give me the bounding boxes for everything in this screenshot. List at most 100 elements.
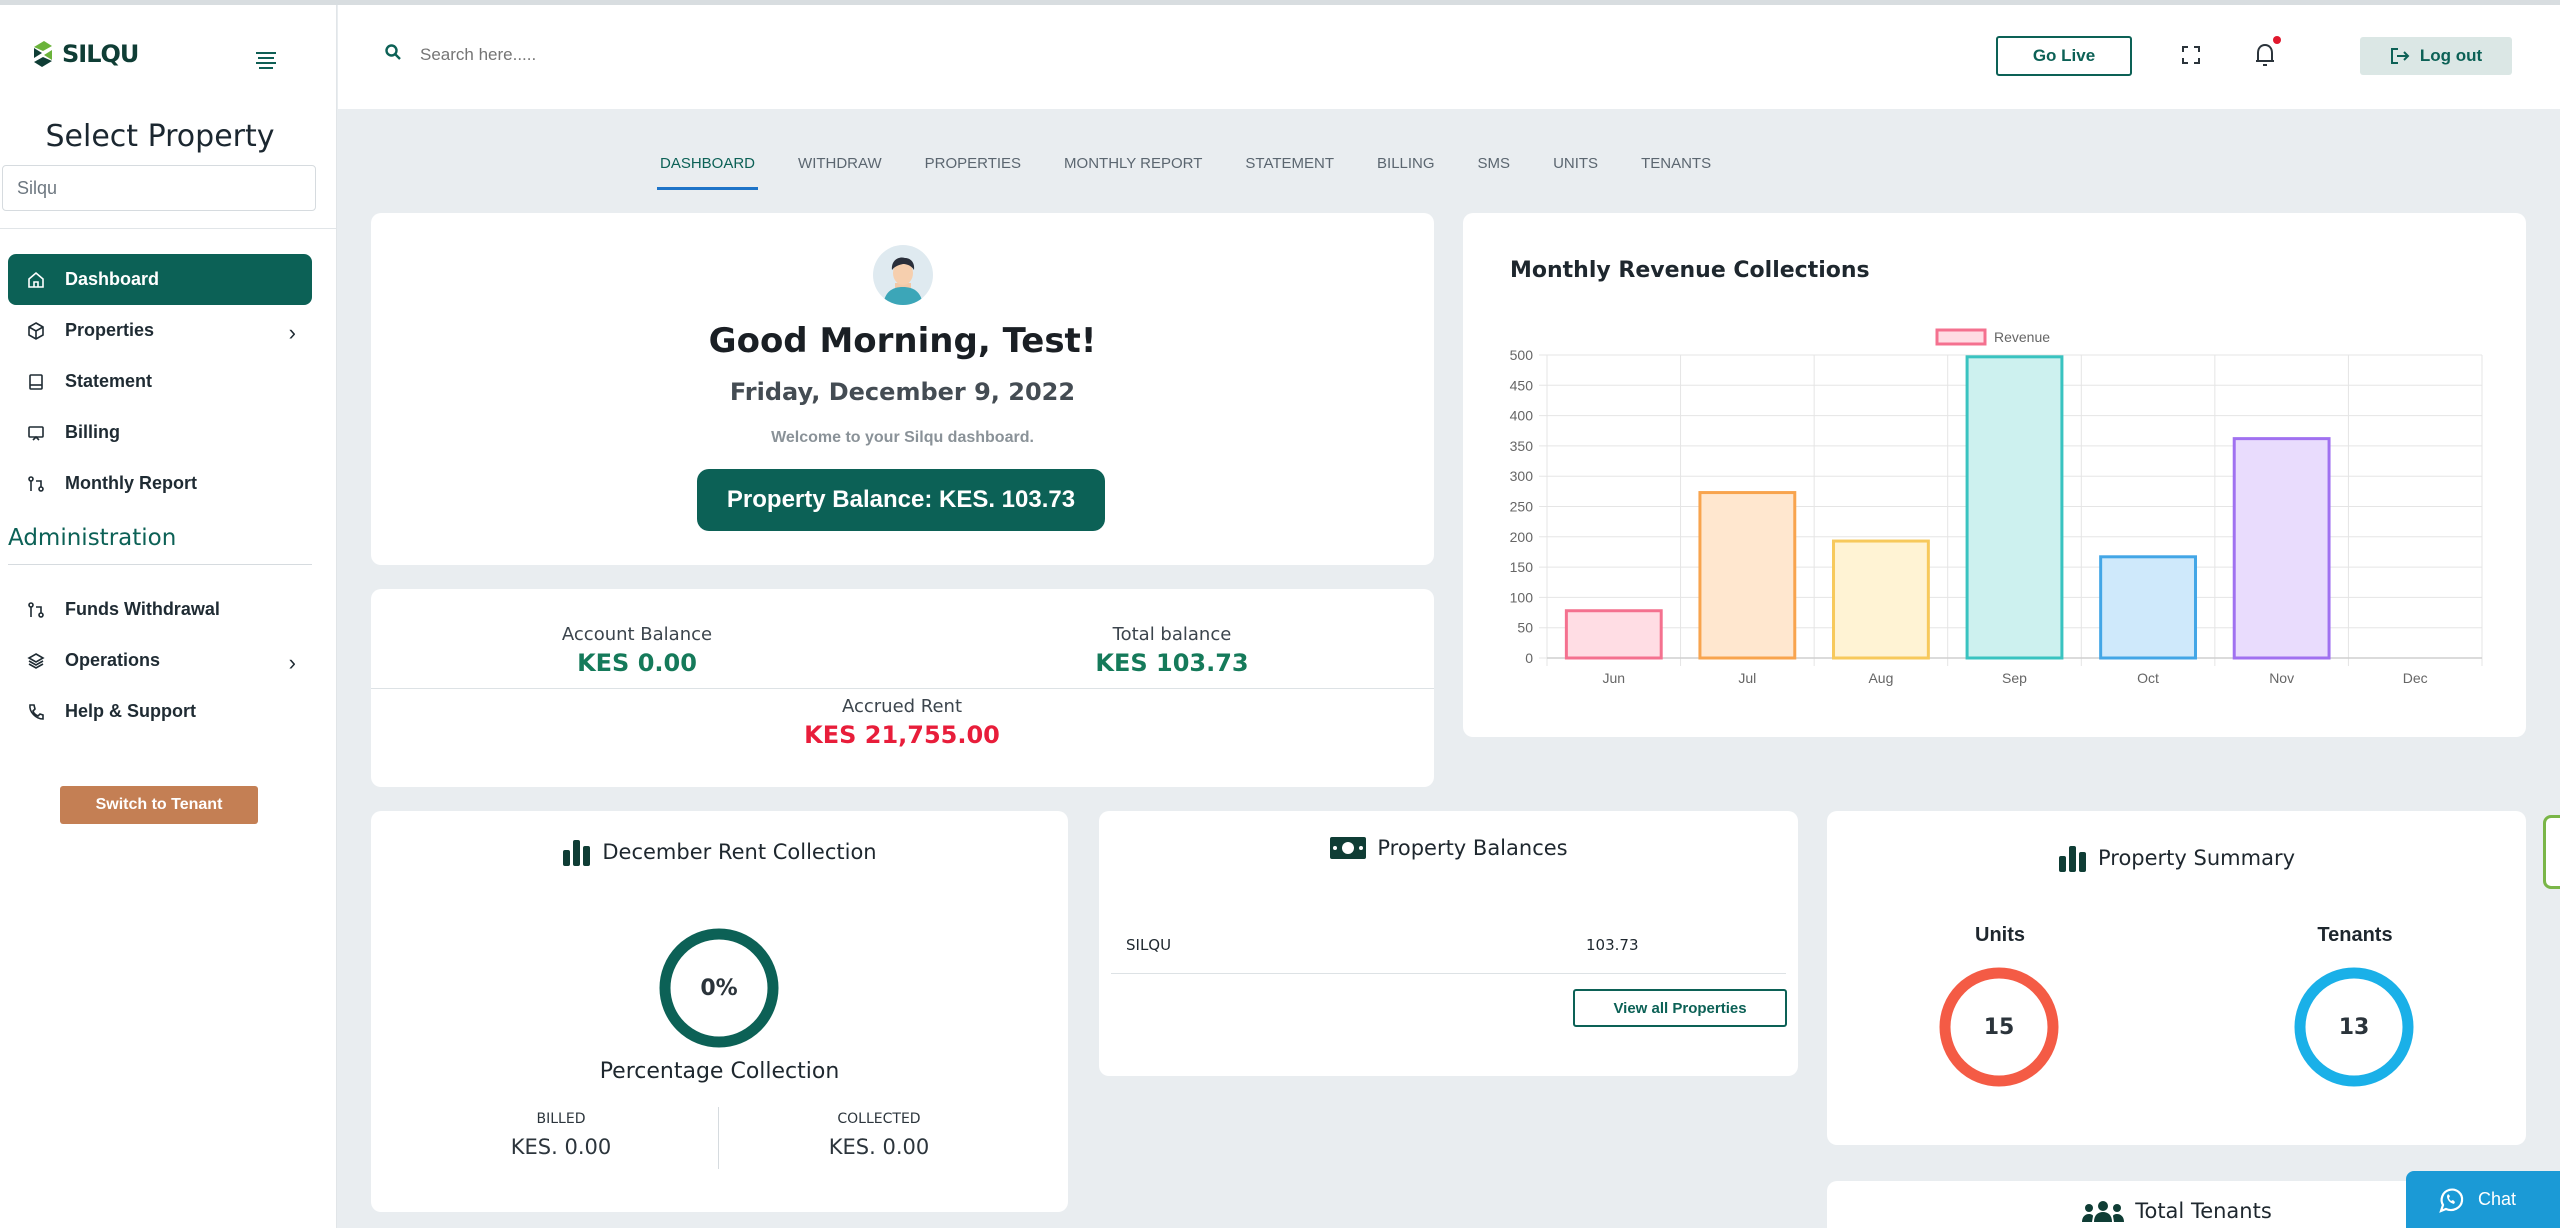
whatsapp-chat-button[interactable]: Chat <box>2406 1171 2560 1228</box>
y-tick-label: 150 <box>1510 559 1534 575</box>
sidebar-item-label: Properties <box>65 320 155 340</box>
property-summary-card: Property Summary Units Tenants 15 13 <box>1827 811 2526 1145</box>
y-tick-label: 0 <box>1525 650 1533 666</box>
money-icon <box>1330 837 1367 859</box>
units-label: Units <box>1975 924 2025 946</box>
sidebar-item-help-support[interactable]: Help & Support <box>8 686 312 737</box>
y-tick-label: 500 <box>1510 347 1534 363</box>
dashboard-tabs: DASHBOARD WITHDRAW PROPERTIES MONTHLY RE… <box>656 155 1754 190</box>
logo-mark-icon <box>34 41 52 67</box>
search-icon[interactable] <box>384 43 402 61</box>
account-balance: Account Balance KES 0.00 <box>512 624 762 677</box>
sidebar-item-monthly-report[interactable]: Monthly Report <box>8 458 312 509</box>
accrued-rent: Accrued Rent KES 21,755.00 <box>727 696 1077 749</box>
tab-tenants[interactable]: TENANTS <box>1641 155 1711 190</box>
percentage-value: 0% <box>700 975 738 1001</box>
feedback-side-tab[interactable] <box>2543 815 2560 889</box>
sidebar-item-label: Billing <box>65 422 120 442</box>
balances-divider <box>371 688 1434 689</box>
sidebar-item-funds-withdrawal[interactable]: Funds Withdrawal <box>8 584 312 635</box>
view-all-properties-button[interactable]: View all Properties <box>1573 989 1787 1027</box>
bar-jul <box>1698 491 1797 660</box>
search-input[interactable] <box>420 38 1020 72</box>
y-tick-label: 250 <box>1510 499 1534 515</box>
y-tick-label: 200 <box>1510 529 1534 545</box>
legend-swatch <box>1935 328 1987 346</box>
property-select-input[interactable] <box>2 165 316 211</box>
x-tick-label: Jun <box>1602 670 1625 686</box>
switch-to-tenant-button[interactable]: Switch to Tenant <box>60 786 258 824</box>
user-avatar-icon <box>883 257 923 305</box>
y-tick-label: 400 <box>1510 408 1534 424</box>
phone-icon <box>26 702 46 722</box>
sidebar: SILQU Select Property Dashboard Properti… <box>0 5 337 1228</box>
notification-dot <box>2273 36 2281 44</box>
go-live-button[interactable]: Go Live <box>1996 36 2132 76</box>
account-balance-label: Account Balance <box>561 624 713 645</box>
logout-icon <box>2390 48 2410 64</box>
account-balance-value: KES 0.00 <box>577 649 697 677</box>
tab-dashboard[interactable]: DASHBOARD <box>656 155 759 190</box>
bar-oct <box>2099 555 2197 660</box>
tab-sms[interactable]: SMS <box>1478 155 1511 190</box>
x-tick-label: Sep <box>2002 670 2027 686</box>
avatar[interactable] <box>873 245 933 305</box>
y-tick-label: 350 <box>1510 438 1534 454</box>
bar-aug <box>1832 539 1930 660</box>
chat-label: Chat <box>2478 1189 2517 1209</box>
users-icon <box>2082 1201 2125 1222</box>
sidebar-item-billing[interactable]: Billing <box>8 407 312 458</box>
revenue-chart-card: Monthly Revenue Collections 0 50 100 150 200… <box>1463 213 2526 737</box>
admin-nav: Funds Withdrawal Operations › Help & Sup… <box>8 584 312 737</box>
accrued-rent-value: KES 21,755.00 <box>804 721 1000 749</box>
tab-properties[interactable]: PROPERTIES <box>925 155 1021 190</box>
tab-withdraw[interactable]: WITHDRAW <box>798 155 882 190</box>
y-tick-label: 300 <box>1510 468 1534 484</box>
sidebar-item-label: Operations <box>65 650 161 670</box>
layers-icon <box>26 651 46 671</box>
x-tick-label: Nov <box>2269 670 2294 686</box>
billed-collected-divider <box>718 1107 719 1169</box>
percentage-collection-title: Percentage Collection <box>599 1059 840 1084</box>
sidebar-item-properties[interactable]: Properties › <box>8 305 312 356</box>
bar-chart-icon <box>2058 846 2086 872</box>
git-icon <box>26 600 46 620</box>
menu-toggle-icon[interactable] <box>254 49 278 69</box>
units-ring: 15 <box>1937 965 2061 1089</box>
bell-icon[interactable] <box>2253 41 2277 69</box>
x-tick-label: Oct <box>2137 670 2159 686</box>
greeting-title: Good Morning, Test! <box>708 321 1097 361</box>
tab-billing[interactable]: BILLING <box>1377 155 1435 190</box>
whatsapp-icon <box>2439 1188 2464 1213</box>
tab-units[interactable]: UNITS <box>1553 155 1598 190</box>
billed-label: BILLED <box>536 1111 586 1127</box>
logout-button[interactable]: Log out <box>2360 37 2512 75</box>
bar-nov <box>2232 437 2331 660</box>
welcome-card: Good Morning, Test! Friday, December 9, … <box>371 213 1434 565</box>
rent-collection-title: December Rent Collection <box>602 840 877 864</box>
legend-label: Revenue <box>1994 329 2050 345</box>
billed-value: KES. 0.00 <box>510 1135 612 1159</box>
brand-logo[interactable]: SILQU <box>30 39 139 69</box>
sidebar-nav: Dashboard Properties › Statement Billing <box>8 254 312 509</box>
tenants-value: 13 <box>2338 1014 2370 1040</box>
property-name: SILQU <box>1126 936 1172 954</box>
property-balances-header: Property Balances <box>1099 836 1798 860</box>
tenants-label: Tenants <box>2317 924 2393 946</box>
git-icon <box>26 474 46 494</box>
sidebar-item-statement[interactable]: Statement <box>8 356 312 407</box>
brand-name: SILQU <box>62 40 139 68</box>
y-tick-label: 100 <box>1510 589 1534 605</box>
sidebar-item-operations[interactable]: Operations › <box>8 635 312 686</box>
tab-monthly-report[interactable]: MONTHLY REPORT <box>1064 155 1202 190</box>
total-tenants-title: Total Tenants <box>2135 1199 2272 1223</box>
fullscreen-icon[interactable] <box>2181 45 2201 65</box>
table-row[interactable]: SILQU 103.73 <box>1111 926 1786 974</box>
sidebar-item-dashboard[interactable]: Dashboard <box>8 254 312 305</box>
collected-value: KES. 0.00 <box>828 1135 930 1159</box>
rent-collection-card: December Rent Collection 0% Percentage C… <box>371 811 1068 1212</box>
sidebar-item-label: Dashboard <box>65 269 160 289</box>
tab-statement[interactable]: STATEMENT <box>1245 155 1334 190</box>
revenue-chart: 0 50 100 150 200 250 300 350 400 450 500 Jun Jul Aug S… <box>1510 328 2483 686</box>
x-tick-label: Aug <box>1868 670 1893 686</box>
